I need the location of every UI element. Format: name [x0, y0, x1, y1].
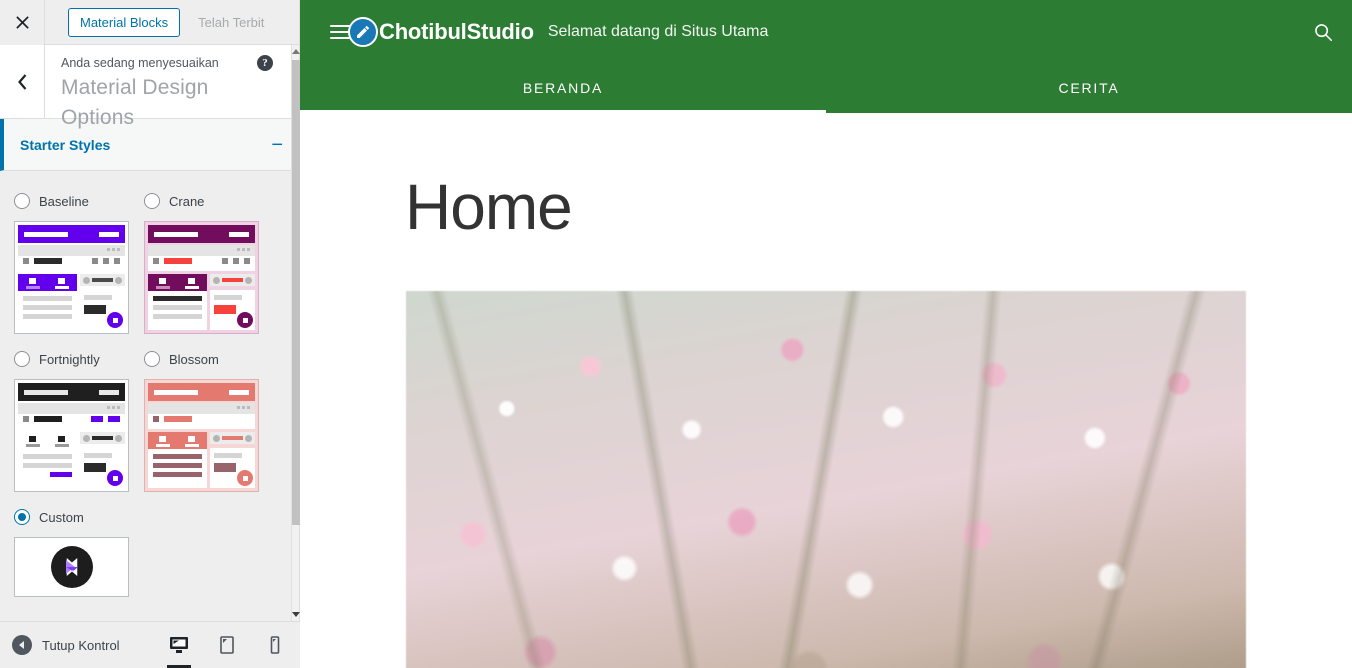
collapse-controls-button[interactable]: Tutup Kontrol — [0, 635, 120, 655]
radio-blossom[interactable] — [144, 351, 160, 367]
style-option-baseline[interactable]: Baseline — [14, 190, 144, 334]
customizer-app: Material Blocks Telah Terbit Anda sedang… — [0, 0, 1352, 668]
customizer-scrollbar[interactable] — [291, 45, 300, 621]
radio-row: Fortnightly — [14, 348, 144, 370]
chevron-left-icon[interactable] — [0, 45, 45, 118]
style-option-blossom[interactable]: Blossom — [144, 348, 274, 492]
customizer-panel: Material Blocks Telah Terbit Anda sedang… — [0, 0, 300, 668]
site-header: ChotibulStudio Selamat datang di Situs U… — [300, 0, 1352, 113]
starter-styles-body: Baseline Crane Fortnightly Blossom Custo… — [0, 172, 292, 621]
site-title[interactable]: ChotibulStudio — [379, 19, 534, 45]
tab-material-blocks[interactable]: Material Blocks — [68, 7, 181, 37]
radio-fortnightly[interactable] — [14, 351, 30, 367]
page-heading: Home — [405, 171, 573, 243]
customizer-header-text: Anda sedang menyesuaikan ? Material Desi… — [45, 45, 299, 129]
fortnightly-thumbnail[interactable] — [14, 379, 129, 492]
collapse-label: Tutup Kontrol — [42, 637, 120, 653]
tab-telah-terbit[interactable]: Telah Terbit — [186, 7, 277, 37]
radio-row: Blossom — [144, 348, 274, 370]
hero-image-overlay — [406, 291, 1246, 668]
style-label: Crane — [169, 193, 205, 209]
site-header-top: ChotibulStudio Selamat datang di Situs U… — [300, 0, 1352, 63]
style-label: Baseline — [39, 193, 89, 209]
style-option-crane[interactable]: Crane — [144, 190, 274, 334]
site-nav-tabs: BERANDA CERITA — [300, 63, 1352, 113]
style-label: Fortnightly — [39, 351, 100, 367]
style-option-fortnightly[interactable]: Fortnightly — [14, 348, 144, 492]
minus-icon[interactable]: − — [271, 135, 283, 155]
scroll-up-icon[interactable] — [291, 45, 300, 58]
customizer-footer: Tutup Kontrol — [0, 621, 300, 668]
device-preview-switcher — [164, 622, 300, 668]
radio-baseline[interactable] — [14, 193, 30, 209]
radio-row: Baseline — [14, 190, 144, 212]
search-icon[interactable] — [1312, 21, 1334, 43]
radio-row: Crane — [144, 190, 274, 212]
close-icon[interactable] — [0, 0, 45, 45]
page-title: Material Design Options — [61, 76, 209, 129]
scroll-down-icon[interactable] — [292, 608, 300, 621]
style-option-custom[interactable]: Custom — [14, 506, 274, 597]
radio-crane[interactable] — [144, 193, 160, 209]
eyebrow-label: Anda sedang menyesuaikan — [61, 56, 219, 70]
nav-tab-beranda[interactable]: BERANDA — [300, 63, 826, 113]
site-page-body: Home — [300, 113, 1352, 668]
style-label: Custom — [39, 509, 84, 525]
custom-logo-thumbnail[interactable] — [14, 537, 129, 597]
crane-thumbnail[interactable] — [144, 221, 259, 334]
site-tagline: Selamat datang di Situs Utama — [547, 22, 769, 40]
device-tablet-button[interactable] — [212, 622, 242, 668]
nav-tab-cerita[interactable]: CERITA — [826, 63, 1352, 113]
customizing-eyebrow: Anda sedang menyesuaikan ? — [61, 55, 285, 71]
starter-styles-grid: Baseline Crane Fortnightly Blossom Custo… — [0, 172, 292, 611]
site-preview-frame: ChotibulStudio Selamat datang di Situs U… — [300, 0, 1352, 668]
customizer-tabs: Material Blocks Telah Terbit — [45, 0, 277, 44]
customizer-topbar: Material Blocks Telah Terbit — [0, 0, 299, 45]
radio-custom[interactable] — [14, 509, 30, 525]
style-label: Blossom — [169, 351, 219, 367]
pencil-logo-icon[interactable] — [348, 16, 378, 47]
collapse-arrow-icon — [12, 635, 32, 655]
baseline-thumbnail[interactable] — [14, 221, 129, 334]
help-icon[interactable]: ? — [257, 55, 273, 71]
pink-flowers-hero-image — [406, 291, 1246, 668]
customizer-header: Anda sedang menyesuaikan ? Material Desi… — [0, 45, 299, 129]
scrollbar-thumb[interactable] — [292, 60, 300, 525]
radio-row: Custom — [14, 506, 274, 528]
custom-site-logo-icon — [50, 546, 93, 588]
device-desktop-button[interactable] — [164, 622, 194, 668]
section-title: Starter Styles — [20, 136, 111, 153]
device-mobile-button[interactable] — [260, 622, 290, 668]
blossom-thumbnail[interactable] — [144, 379, 259, 492]
